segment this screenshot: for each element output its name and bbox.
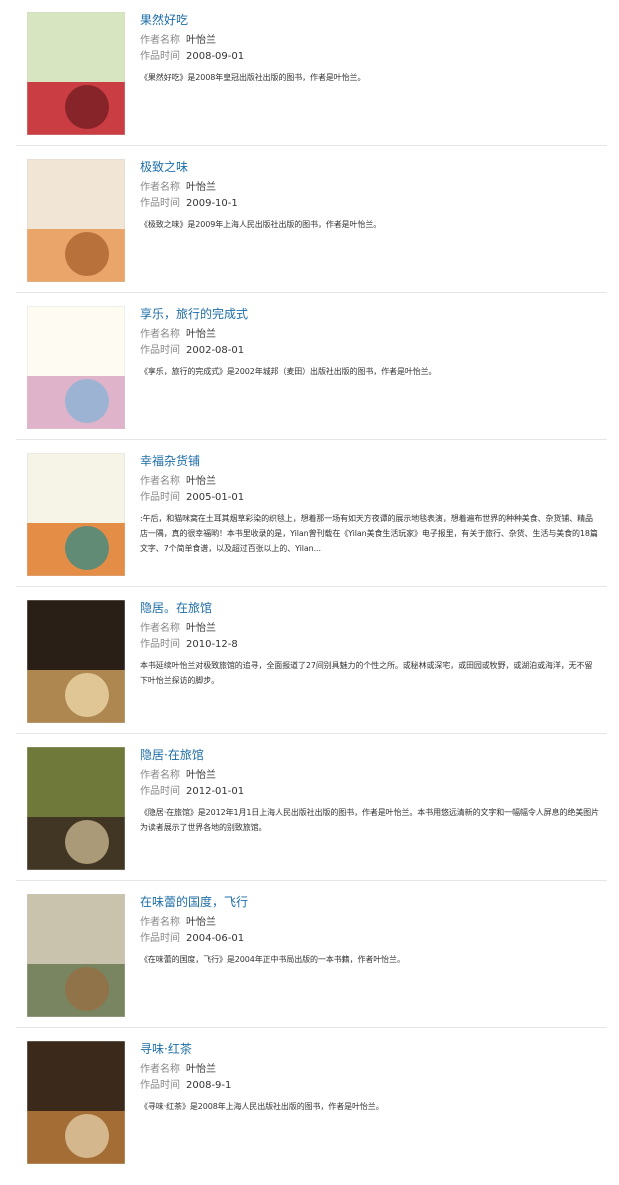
book-title-link[interactable]: 在味蕾的国度，飞行: [140, 894, 600, 910]
book-description: :午后，和猫咪窝在土耳其烟草彩染的织毯上，想着那一场有如天方夜谭的展示地毯表演，…: [140, 514, 598, 553]
book-description: 本书延续叶怡兰对极致旅馆的追寻，全面报道了27间别具魅力的个性之所。或秘林或深宅…: [140, 661, 593, 685]
date-value: 2004-06-01: [186, 933, 245, 944]
date-value: 2009-10-1: [186, 198, 238, 209]
date-value: 2008-9-1: [186, 1080, 232, 1091]
date-label: 作品时间: [140, 198, 180, 209]
author-value: 叶怡兰: [186, 329, 216, 340]
book-cover-image[interactable]: [27, 1041, 125, 1164]
author-label: 作者名称: [140, 623, 180, 634]
date-row: 作品时间 2005-01-01: [140, 490, 600, 506]
author-value: 叶怡兰: [186, 182, 216, 193]
date-row: 作品时间 2008-9-1: [140, 1078, 600, 1094]
author-value: 叶怡兰: [186, 770, 216, 781]
book-cover-image[interactable]: [27, 894, 125, 1017]
author-row: 作者名称 叶怡兰: [140, 621, 600, 637]
date-label: 作品时间: [140, 492, 180, 503]
book-cover-art: [27, 453, 125, 576]
book-cover-art: [27, 600, 125, 723]
author-value: 叶怡兰: [186, 1064, 216, 1075]
author-label: 作者名称: [140, 770, 180, 781]
book-cover-art: [27, 894, 125, 1017]
date-label: 作品时间: [140, 786, 180, 797]
author-row: 作者名称 叶怡兰: [140, 915, 600, 931]
book-title-link[interactable]: 隐居·在旅馆: [140, 747, 600, 763]
date-row: 作品时间 2004-06-01: [140, 931, 600, 947]
book-item: 极致之味 作者名称 叶怡兰 作品时间 2009-10-1 《极致之味》是2009年上…: [16, 147, 607, 293]
book-item: 隐居·在旅馆 作者名称 叶怡兰 作品时间 2012-01-01 《隐居·在旅馆》是2…: [16, 735, 607, 881]
author-label: 作者名称: [140, 1064, 180, 1075]
date-value: 2008-09-01: [186, 51, 245, 62]
book-title-link[interactable]: 寻味·红茶: [140, 1041, 600, 1057]
book-cover-art: [27, 306, 125, 429]
book-cover-art: [27, 747, 125, 870]
date-label: 作品时间: [140, 345, 180, 356]
book-item: 隐居。在旅馆 作者名称 叶怡兰 作品时间 2010-12-8 本书延续叶怡兰对极致旅…: [16, 588, 607, 734]
author-label: 作者名称: [140, 35, 180, 46]
book-description: 《极致之味》是2009年上海人民出版社出版的图书，作者是叶怡兰。: [140, 220, 382, 229]
book-cover-image[interactable]: [27, 12, 125, 135]
date-label: 作品时间: [140, 639, 180, 650]
book-title-link[interactable]: 极致之味: [140, 159, 600, 175]
date-label: 作品时间: [140, 51, 180, 62]
date-value: 2012-01-01: [186, 786, 245, 797]
date-row: 作品时间 2008-09-01: [140, 49, 600, 65]
book-item: 幸福杂货铺 作者名称 叶怡兰 作品时间 2005-01-01 :午后，和猫咪窝在土耳…: [16, 441, 607, 587]
book-title-link[interactable]: 享乐，旅行的完成式: [140, 306, 600, 322]
book-cover-art: [27, 159, 125, 282]
book-cover-image[interactable]: [27, 600, 125, 723]
date-label: 作品时间: [140, 933, 180, 944]
author-label: 作者名称: [140, 917, 180, 928]
book-title-link[interactable]: 幸福杂货铺: [140, 453, 600, 469]
date-row: 作品时间 2012-01-01: [140, 784, 600, 800]
date-value: 2005-01-01: [186, 492, 245, 503]
book-item: 果然好吃 作者名称 叶怡兰 作品时间 2008-09-01 《果然好吃》是2008年…: [16, 0, 607, 146]
date-row: 作品时间 2010-12-8: [140, 637, 600, 653]
author-row: 作者名称 叶怡兰: [140, 474, 600, 490]
book-description: 《寻味·红茶》是2008年上海人民出版社出版的图书，作者是叶怡兰。: [140, 1102, 384, 1111]
author-label: 作者名称: [140, 329, 180, 340]
book-cover-art: [27, 1041, 125, 1164]
date-label: 作品时间: [140, 1080, 180, 1091]
author-row: 作者名称 叶怡兰: [140, 768, 600, 784]
author-label: 作者名称: [140, 476, 180, 487]
book-cover-image[interactable]: [27, 747, 125, 870]
book-item: 在味蕾的国度，飞行 作者名称 叶怡兰 作品时间 2004-06-01 《在味蕾的国度…: [16, 882, 607, 1028]
book-description: 《享乐，旅行的完成式》是2002年城邦（麦田）出版社出版的图书，作者是叶怡兰。: [140, 367, 437, 376]
date-value: 2002-08-01: [186, 345, 245, 356]
date-row: 作品时间 2002-08-01: [140, 343, 600, 359]
book-title-link[interactable]: 果然好吃: [140, 12, 600, 28]
book-item: 寻味·红茶 作者名称 叶怡兰 作品时间 2008-9-1 《寻味·红茶》是2008年…: [16, 1029, 607, 1175]
book-cover-image[interactable]: [27, 159, 125, 282]
author-value: 叶怡兰: [186, 476, 216, 487]
author-value: 叶怡兰: [186, 623, 216, 634]
author-label: 作者名称: [140, 182, 180, 193]
book-cover-image[interactable]: [27, 306, 125, 429]
author-row: 作者名称 叶怡兰: [140, 1062, 600, 1078]
author-row: 作者名称 叶怡兰: [140, 327, 600, 343]
book-description: 《在味蕾的国度，飞行》是2004年正中书局出版的一本书籍，作者叶怡兰。: [140, 955, 405, 964]
book-item: 享乐，旅行的完成式 作者名称 叶怡兰 作品时间 2002-08-01 《享乐，旅行的…: [16, 294, 607, 440]
author-value: 叶怡兰: [186, 917, 216, 928]
date-row: 作品时间 2009-10-1: [140, 196, 600, 212]
book-title-link[interactable]: 隐居。在旅馆: [140, 600, 600, 616]
book-description: 《隐居·在旅馆》是2012年1月1日上海人民出版社出版的图书，作者是叶怡兰。本书…: [140, 808, 599, 832]
author-row: 作者名称 叶怡兰: [140, 33, 600, 49]
book-cover-image[interactable]: [27, 453, 125, 576]
author-row: 作者名称 叶怡兰: [140, 180, 600, 196]
author-value: 叶怡兰: [186, 35, 216, 46]
book-cover-art: [27, 12, 125, 135]
book-description: 《果然好吃》是2008年皇冠出版社出版的图书，作者是叶怡兰。: [140, 73, 366, 82]
date-value: 2010-12-8: [186, 639, 238, 650]
